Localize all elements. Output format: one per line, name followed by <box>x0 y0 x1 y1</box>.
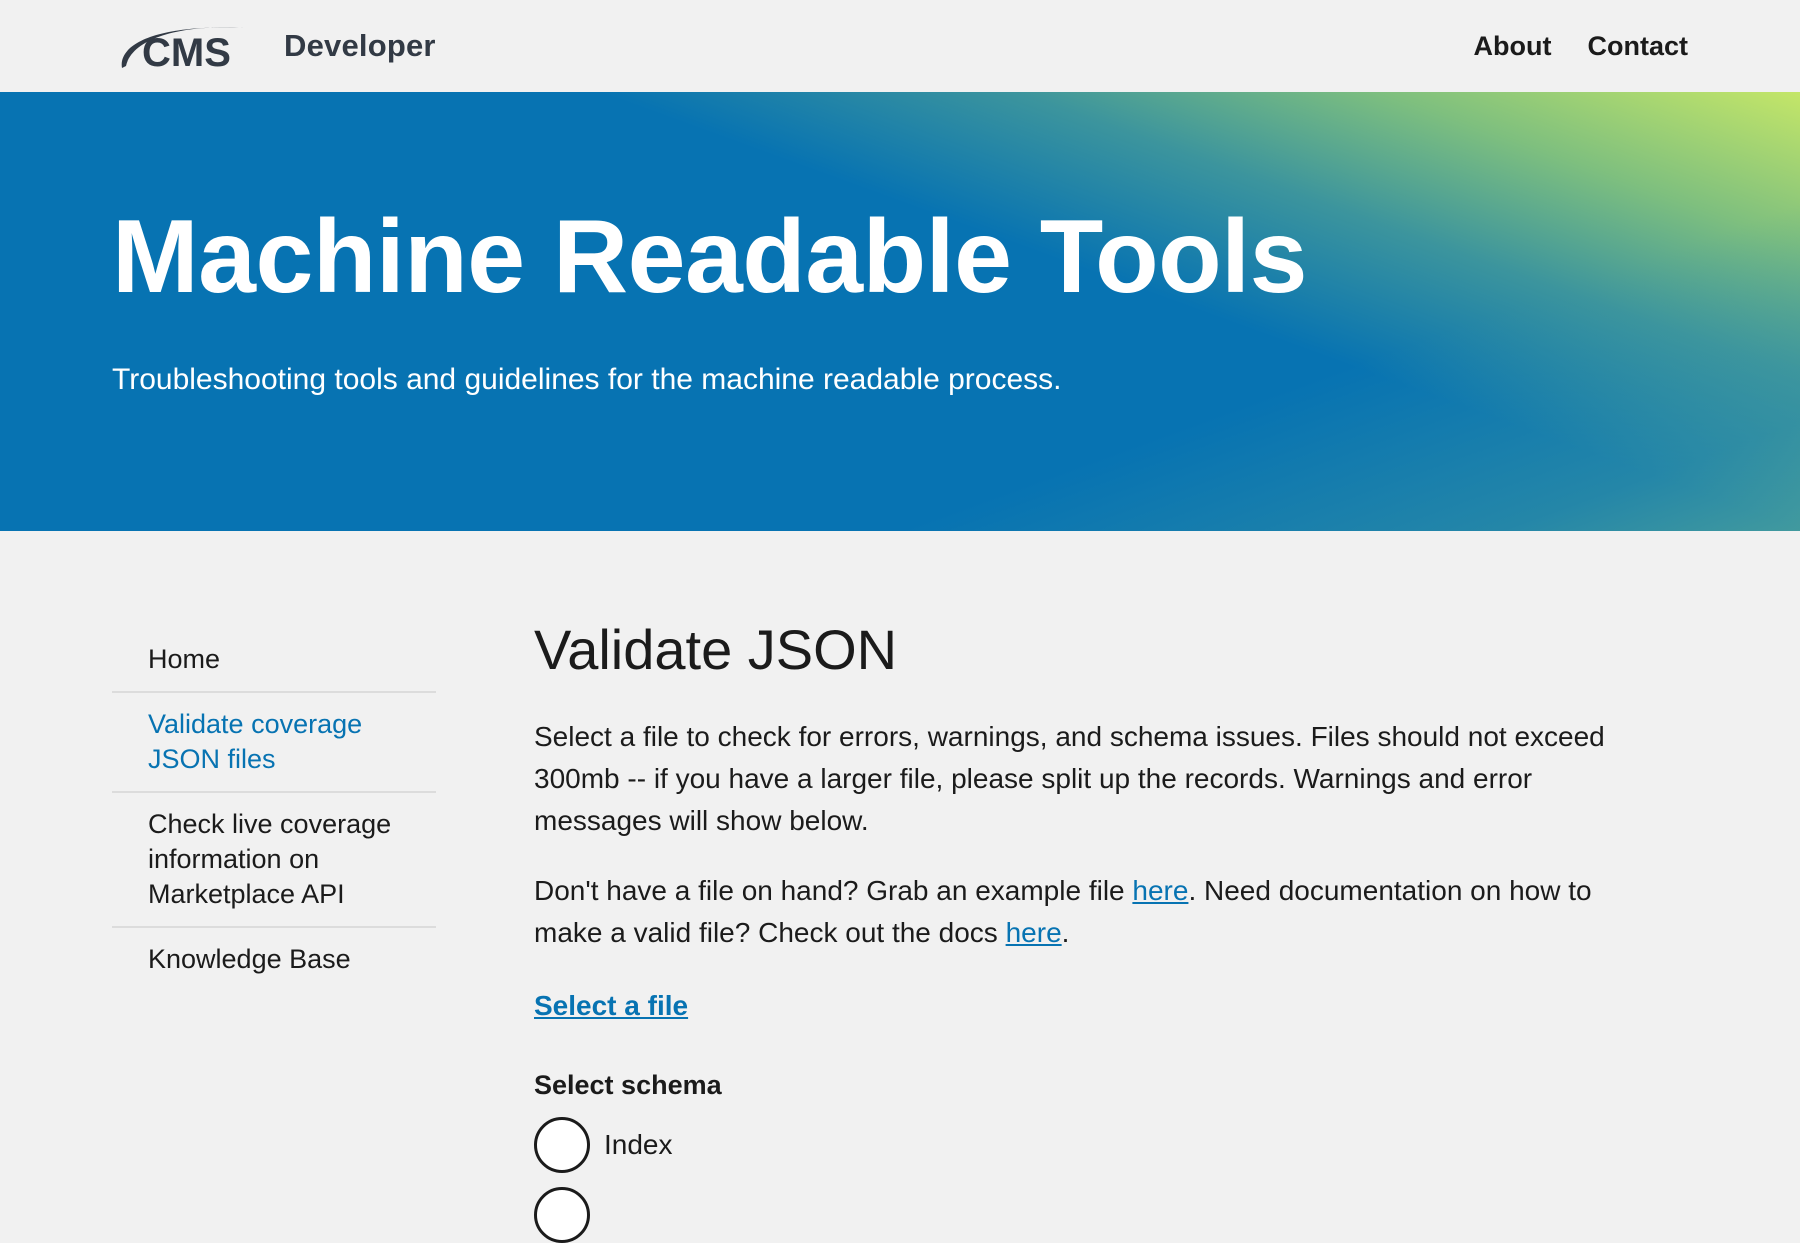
sidebar-item-validate-json[interactable]: Validate coverage JSON files <box>112 693 436 793</box>
radio-label-index: Index <box>604 1129 673 1160</box>
cms-logo: CMS <box>121 27 244 75</box>
cms-logo-text: CMS <box>142 31 231 75</box>
radio-second[interactable] <box>534 1187 590 1243</box>
hero-title: Machine Readable Tools <box>112 199 1307 315</box>
brand-developer-label: Developer <box>284 28 436 63</box>
example-file-link[interactable]: here <box>1132 875 1188 906</box>
top-nav: About Contact <box>1474 26 1688 66</box>
cms-developer-home-link[interactable]: CMS Developer <box>112 14 436 78</box>
radio-index[interactable] <box>534 1117 590 1173</box>
schema-option-index[interactable]: Index <box>534 1117 1634 1173</box>
select-file-button[interactable]: Select a file <box>534 990 688 1022</box>
schema-option-second[interactable] <box>534 1187 1634 1243</box>
nav-contact-link[interactable]: Contact <box>1588 26 1689 66</box>
example-text-before: Don't have a file on hand? Grab an examp… <box>534 875 1133 906</box>
main-content: Validate JSON Select a file to check for… <box>534 612 1634 1243</box>
example-text-after: . <box>1061 917 1070 948</box>
sidebar-nav: Home Validate coverage JSON files Check … <box>112 630 436 991</box>
nav-about-link[interactable]: About <box>1474 26 1552 66</box>
hero-subtitle: Troubleshooting tools and guidelines for… <box>112 363 1062 396</box>
site-header: CMS Developer About Contact <box>0 0 1800 92</box>
hero-banner: Machine Readable Tools Troubleshooting t… <box>0 92 1800 531</box>
example-paragraph: Don't have a file on hand? Grab an examp… <box>534 870 1634 954</box>
schema-legend: Select schema <box>534 1070 722 1100</box>
sidebar-item-home[interactable]: Home <box>112 630 436 693</box>
intro-paragraph: Select a file to check for errors, warni… <box>534 721 1605 836</box>
docs-link[interactable]: here <box>1006 917 1062 948</box>
sidebar-item-knowledge-base[interactable]: Knowledge Base <box>112 928 436 991</box>
sidebar-item-check-live-coverage[interactable]: Check live coverage information on Marke… <box>112 793 436 928</box>
page-title: Validate JSON <box>534 618 898 681</box>
